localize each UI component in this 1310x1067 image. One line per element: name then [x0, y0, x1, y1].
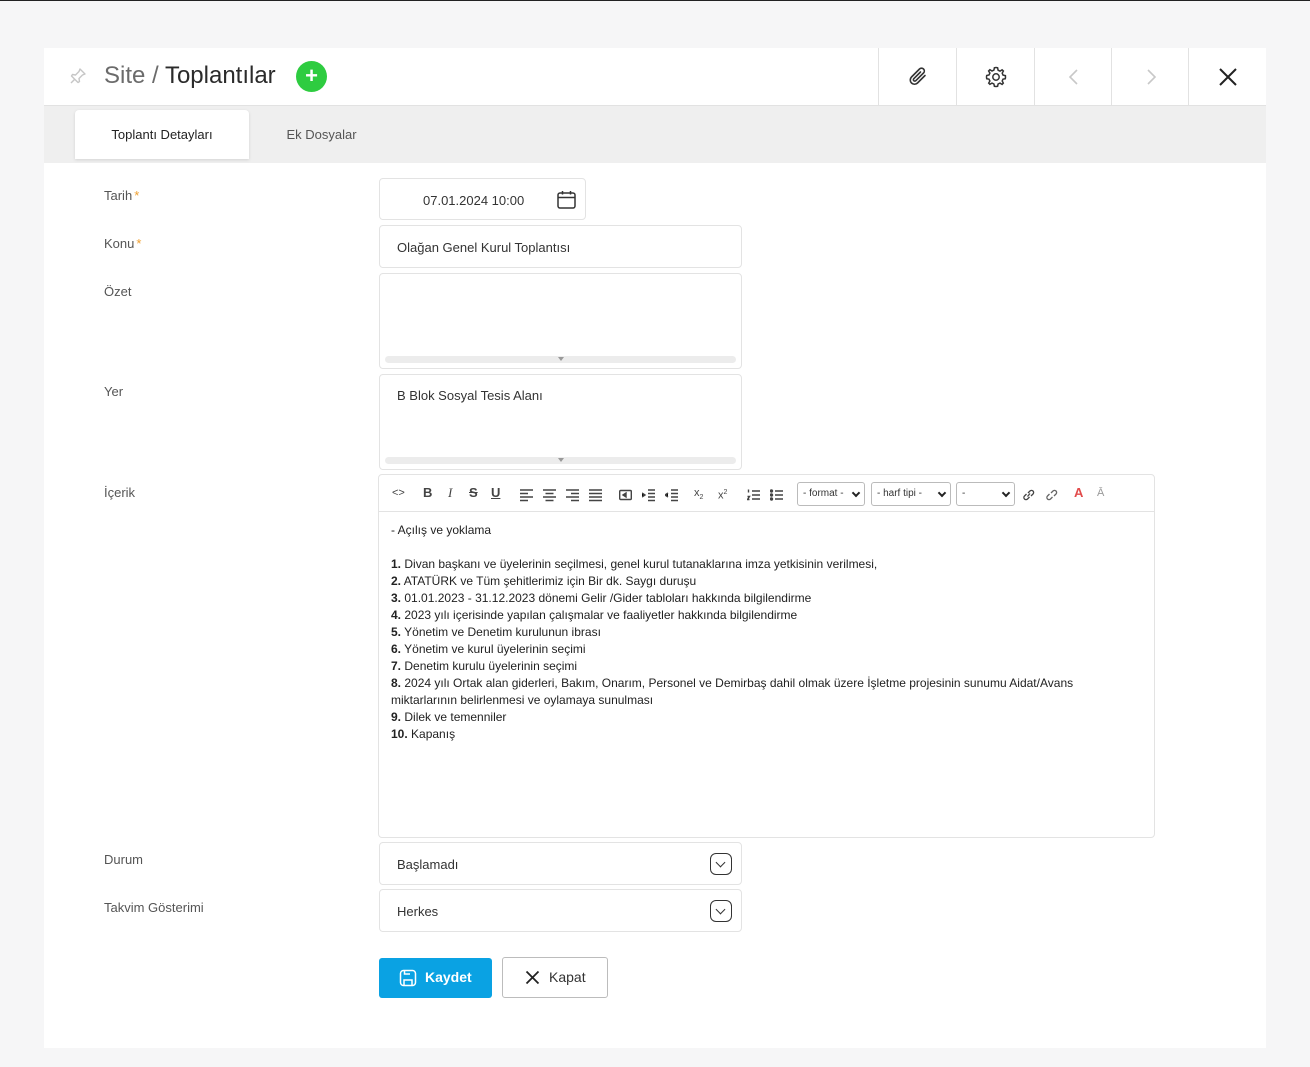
meeting-form-panel: Site / Toplantılar + Toplantı Detayları …	[44, 48, 1266, 1048]
rich-text-editor: <> B I S U x2 x2 - format - - harf tipi …	[378, 474, 1155, 838]
status-label: Durum	[104, 852, 144, 867]
chevron-left-icon	[1068, 69, 1078, 85]
list-item: 6. Yönetim ve kurul üyelerinin seçimi	[391, 642, 586, 656]
list-item: 5. Yönetim ve Denetim kurulunun ibrası	[391, 625, 601, 639]
close-icon	[525, 970, 540, 985]
editor-content[interactable]: - Açılış ve yoklama 1. Divan başkanı ve …	[391, 522, 1146, 743]
calendar-display-value: Herkes	[397, 904, 439, 919]
content-intro: - Açılış ve yoklama	[391, 523, 492, 537]
subject-input[interactable]: Olağan Genel Kurul Toplantısı	[379, 225, 742, 268]
location-textarea[interactable]: B Blok Sosyal Tesis Alanı	[379, 374, 742, 470]
required-mark: *	[134, 188, 140, 203]
subject-value: Olağan Genel Kurul Toplantısı	[397, 240, 571, 255]
gear-icon	[985, 66, 1006, 88]
top-border	[0, 0, 1310, 1]
close-window-button[interactable]	[1188, 48, 1266, 106]
previous-button[interactable]	[1034, 48, 1112, 106]
location-label: Yer	[104, 384, 124, 399]
cancel-button[interactable]: Kapat	[502, 957, 608, 998]
list-item: 4. 2023 yılı içerisinde yapılan çalışmal…	[391, 608, 798, 622]
outdent-icon[interactable]	[665, 487, 678, 503]
subscript-icon[interactable]: x2	[694, 485, 703, 501]
status-value: Başlamadı	[397, 857, 459, 872]
format-select[interactable]: - format -	[797, 482, 865, 506]
list-item: 8. 2024 yılı Ortak alan giderleri, Bakım…	[391, 676, 1074, 690]
tab-attachments[interactable]: Ek Dosyalar	[249, 110, 394, 159]
date-label: Tarih *	[104, 188, 140, 203]
tab-bar: Toplantı Detayları Ek Dosyalar	[44, 106, 1266, 163]
superscript-icon[interactable]: x2	[718, 485, 727, 502]
list-item: 10. Kapanış	[391, 727, 456, 741]
italic-icon[interactable]: I	[448, 485, 452, 501]
calendar-icon[interactable]	[556, 189, 577, 210]
blockquote-icon[interactable]	[619, 487, 632, 503]
unlink-icon[interactable]	[1045, 487, 1058, 503]
attachment-button[interactable]	[878, 48, 956, 106]
summary-textarea[interactable]	[379, 273, 742, 369]
source-code-icon[interactable]: <>	[392, 485, 405, 501]
bold-icon[interactable]: B	[423, 485, 432, 501]
add-button[interactable]: +	[296, 61, 327, 92]
title-prefix: Site	[104, 62, 146, 89]
title-separator: /	[145, 62, 165, 89]
tab-meeting-details[interactable]: Toplantı Detayları	[75, 110, 249, 159]
list-item: 2. ATATÜRK ve Tüm şehitlerimiz için Bir …	[391, 574, 697, 588]
list-item: 1. Divan başkanı ve üyelerinin seçilmesi…	[391, 557, 878, 571]
align-justify-icon[interactable]	[589, 487, 602, 503]
date-value: 07.01.2024 10:00	[423, 193, 525, 208]
required-mark: *	[136, 236, 142, 251]
close-icon	[1218, 68, 1237, 86]
save-icon	[399, 969, 417, 987]
title-main: Toplantılar	[164, 62, 276, 89]
ordered-list-icon[interactable]	[747, 487, 760, 503]
pin-icon[interactable]	[68, 66, 88, 86]
settings-button[interactable]	[956, 48, 1034, 106]
subject-label: Konu *	[104, 236, 142, 251]
chevron-right-icon	[1146, 69, 1156, 85]
indent-icon[interactable]	[642, 487, 655, 503]
strikethrough-icon[interactable]: S	[469, 485, 478, 501]
editor-toolbar: <> B I S U x2 x2 - format - - harf tipi …	[379, 475, 1154, 512]
align-left-icon[interactable]	[520, 487, 533, 503]
list-item: 9. Dilek ve temenniler	[391, 710, 507, 724]
date-field[interactable]: 07.01.2024 10:00	[379, 178, 586, 220]
align-center-icon[interactable]	[543, 487, 556, 503]
list-item: 3. 01.01.2023 - 31.12.2023 dönemi Gelir …	[391, 591, 812, 605]
link-icon[interactable]	[1022, 487, 1035, 503]
unordered-list-icon[interactable]	[770, 487, 783, 503]
calendar-display-select[interactable]: Herkes	[379, 889, 742, 932]
text-color-icon[interactable]: A	[1074, 485, 1083, 501]
font-family-select[interactable]: - harf tipi -	[871, 482, 951, 506]
list-item: 7. Denetim kurulu üyelerinin seçimi	[391, 659, 578, 673]
clear-format-icon[interactable]: Ā	[1097, 485, 1104, 501]
save-button[interactable]: Kaydet	[379, 958, 492, 998]
next-button[interactable]	[1111, 48, 1189, 106]
status-select[interactable]: Başlamadı	[379, 842, 742, 885]
header: Site / Toplantılar +	[44, 48, 1266, 106]
paperclip-icon	[908, 67, 926, 86]
page-title: Site / Toplantılar	[104, 61, 276, 91]
font-size-select[interactable]: -	[956, 482, 1015, 506]
content-label: İçerik	[104, 485, 136, 500]
list-item-continuation: miktarlarının belirlenmesi ve oylamaya s…	[391, 693, 654, 707]
location-value: B Blok Sosyal Tesis Alanı	[397, 388, 543, 403]
resize-handle[interactable]	[385, 457, 736, 464]
align-right-icon[interactable]	[566, 487, 579, 503]
chevron-down-icon	[710, 853, 732, 875]
summary-label: Özet	[104, 284, 132, 299]
underline-icon[interactable]: U	[491, 485, 500, 501]
chevron-down-icon	[710, 900, 732, 922]
calendar-display-label: Takvim Gösterimi	[104, 900, 204, 915]
plus-icon: +	[305, 63, 318, 88]
resize-handle[interactable]	[385, 356, 736, 363]
